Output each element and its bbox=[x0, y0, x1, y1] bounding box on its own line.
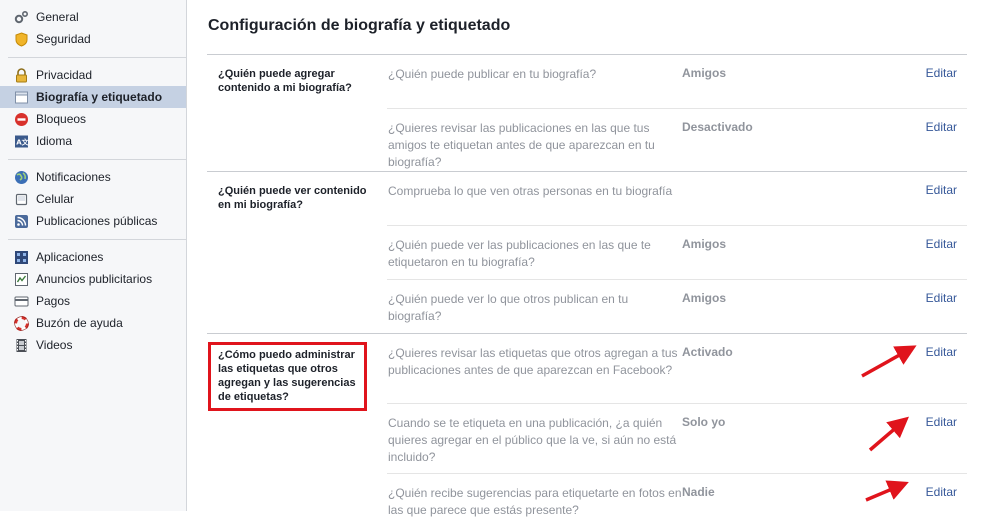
setting-row: ¿Quién puede publicar en tu biografía? A… bbox=[387, 55, 967, 109]
edit-link[interactable]: Editar bbox=[926, 415, 957, 429]
language-icon: A文 bbox=[14, 134, 29, 149]
sidebar-item-timeline-tagging[interactable]: Biografía y etiquetado bbox=[0, 86, 186, 108]
settings-section-view-content: ¿Quién puede ver contenido en mi biograf… bbox=[207, 172, 967, 334]
mobile-icon bbox=[14, 192, 29, 207]
lock-icon bbox=[14, 67, 29, 83]
sidebar-item-public-posts[interactable]: Publicaciones públicas bbox=[0, 210, 186, 232]
edit-link[interactable]: Editar bbox=[926, 345, 957, 359]
globe-icon bbox=[14, 170, 29, 185]
sidebar-item-label: Notificaciones bbox=[36, 170, 111, 184]
setting-value: Activado bbox=[682, 345, 733, 359]
setting-value: Amigos bbox=[682, 66, 727, 80]
sidebar-group-account: General Seguridad bbox=[8, 0, 186, 58]
setting-question: ¿Quién puede publicar en tu biografía? bbox=[388, 67, 597, 81]
sidebar-item-language[interactable]: A文 Idioma bbox=[0, 130, 186, 152]
sidebar-item-label: Privacidad bbox=[36, 68, 93, 82]
sidebar-group-privacy: Privacidad Biografía y etiquetado Bloque… bbox=[0, 58, 186, 160]
setting-question: Cuando se te etiqueta en una publicación… bbox=[388, 416, 677, 464]
setting-question: ¿Quién puede ver las publicaciones en la… bbox=[388, 238, 651, 269]
setting-value: Amigos bbox=[682, 237, 727, 251]
sidebar-item-apps[interactable]: Aplicaciones bbox=[0, 246, 186, 268]
setting-value: Desactivado bbox=[682, 120, 753, 134]
sidebar-item-label: Aplicaciones bbox=[36, 250, 104, 264]
setting-value: Amigos bbox=[682, 291, 727, 305]
setting-question: ¿Quién recibe sugerencias para etiquetar… bbox=[388, 486, 682, 517]
setting-question: Comprueba lo que ven otras personas en t… bbox=[388, 184, 673, 198]
apps-icon bbox=[14, 250, 29, 265]
sidebar-item-blocking[interactable]: Bloqueos bbox=[0, 108, 186, 130]
rss-icon bbox=[14, 214, 29, 229]
ads-icon bbox=[14, 272, 29, 287]
card-icon bbox=[14, 294, 29, 309]
sidebar-item-label: Bloqueos bbox=[36, 112, 87, 126]
setting-row: ¿Quién recibe sugerencias para etiquetar… bbox=[387, 474, 967, 527]
timeline-icon bbox=[14, 90, 29, 105]
setting-row: Comprueba lo que ven otras personas en t… bbox=[387, 172, 967, 226]
highlighted-section-label: ¿Cómo puedo administrar las etiquetas qu… bbox=[208, 342, 367, 411]
settings-section-add-content: ¿Quién puede agregar contenido a mi biog… bbox=[207, 55, 967, 172]
sidebar-item-support-inbox[interactable]: Buzón de ayuda bbox=[0, 312, 186, 334]
setting-question: ¿Quién puede ver lo que otros publican e… bbox=[388, 292, 629, 323]
sidebar-item-label: Idioma bbox=[36, 134, 73, 148]
block-icon bbox=[14, 112, 29, 127]
badge-icon bbox=[14, 31, 29, 47]
edit-link[interactable]: Editar bbox=[926, 485, 957, 499]
setting-row: ¿Quién puede ver lo que otros publican e… bbox=[387, 280, 967, 333]
sidebar-item-label: General bbox=[36, 10, 79, 24]
sidebar-group-notifications: Notificaciones Celular Publicaciones púb… bbox=[8, 160, 186, 240]
setting-value bbox=[682, 172, 872, 225]
setting-value: Nadie bbox=[682, 485, 715, 499]
sidebar-item-label: Buzón de ayuda bbox=[36, 316, 123, 330]
sidebar-item-security[interactable]: Seguridad bbox=[0, 28, 186, 50]
sidebar-item-ads[interactable]: Anuncios publicitarios bbox=[0, 268, 186, 290]
sidebar-item-label: Anuncios publicitarios bbox=[36, 272, 153, 286]
sidebar-item-label: Seguridad bbox=[36, 32, 91, 46]
section-label: ¿Quién puede ver contenido en mi biograf… bbox=[218, 185, 367, 211]
sidebar-item-payments[interactable]: Pagos bbox=[0, 290, 186, 312]
setting-row: ¿Quieres revisar las etiquetas que otros… bbox=[387, 334, 967, 404]
page-title: Configuración de biografía y etiquetado bbox=[208, 17, 511, 34]
sidebar-item-general[interactable]: General bbox=[0, 6, 186, 28]
setting-question: ¿Quieres revisar las publicaciones en la… bbox=[388, 121, 655, 169]
sidebar-item-notifications[interactable]: Notificaciones bbox=[0, 166, 186, 188]
setting-question: ¿Quieres revisar las etiquetas que otros… bbox=[388, 346, 678, 377]
setting-row: Cuando se te etiqueta en una publicación… bbox=[387, 404, 967, 474]
edit-link[interactable]: Editar bbox=[926, 183, 957, 197]
sidebar-item-label: Celular bbox=[36, 192, 75, 206]
sidebar-item-label: Pagos bbox=[36, 294, 71, 308]
sidebar-item-label: Videos bbox=[36, 338, 73, 352]
sidebar-item-mobile[interactable]: Celular bbox=[0, 188, 186, 210]
settings-section-manage-tags: ¿Cómo puedo administrar las etiquetas qu… bbox=[207, 334, 967, 527]
gears-icon bbox=[14, 10, 29, 25]
lifebuoy-icon bbox=[14, 315, 29, 331]
sidebar-item-privacy[interactable]: Privacidad bbox=[0, 64, 186, 86]
settings-sidebar: General Seguridad Privacidad Biografía y… bbox=[0, 0, 187, 511]
svg-text:A文: A文 bbox=[16, 137, 29, 146]
film-icon bbox=[14, 338, 29, 353]
setting-value: Solo yo bbox=[682, 415, 726, 429]
sidebar-item-videos[interactable]: Videos bbox=[0, 334, 186, 356]
sidebar-item-label: Publicaciones públicas bbox=[36, 214, 158, 228]
setting-row: ¿Quién puede ver las publicaciones en la… bbox=[387, 226, 967, 280]
edit-link[interactable]: Editar bbox=[926, 237, 957, 251]
section-label: ¿Quién puede agregar contenido a mi biog… bbox=[218, 68, 352, 94]
edit-link[interactable]: Editar bbox=[926, 291, 957, 305]
setting-row: ¿Quieres revisar las publicaciones en la… bbox=[387, 109, 967, 171]
sidebar-item-label: Biografía y etiquetado bbox=[36, 90, 163, 104]
settings-sections: ¿Quién puede agregar contenido a mi biog… bbox=[207, 54, 967, 527]
edit-link[interactable]: Editar bbox=[926, 120, 957, 134]
sidebar-group-apps: Aplicaciones Anuncios publicitarios Pago… bbox=[8, 240, 186, 363]
edit-link[interactable]: Editar bbox=[926, 66, 957, 80]
